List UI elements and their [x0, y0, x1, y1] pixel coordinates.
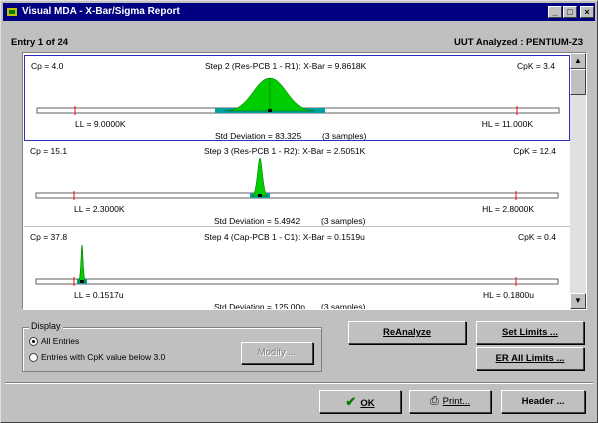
window-title: Visual MDA - X-Bar/Sigma Report	[22, 6, 180, 17]
cp-value: Cp = 15.1	[30, 146, 68, 156]
er-all-limits-label: ER All Limits ...	[495, 353, 565, 364]
radio-cpk-filter[interactable]: Entries with CpK value below 3.0	[29, 352, 166, 363]
entry-row[interactable]: Cp = 37.8 Step 4 (Cap-PCB 1 - C1): X-Bar…	[24, 227, 570, 310]
upper-limit: HL = 2.8000K	[482, 204, 534, 214]
std-deviation: Std Deviation = 83.325	[215, 131, 302, 141]
scroll-up-button[interactable]: ▲	[570, 53, 586, 69]
title-bar[interactable]: Visual MDA - X-Bar/Sigma Report _ □ ×	[3, 3, 595, 21]
display-legend: Display	[29, 321, 63, 331]
cp-value: Cp = 37.8	[30, 232, 68, 242]
close-button[interactable]: ×	[580, 6, 594, 18]
set-limits-button[interactable]: Set Limits ...	[476, 321, 584, 344]
distribution-list[interactable]: Cp = 4.0 Step 2 (Res-PCB 1 - R1): X-Bar …	[22, 52, 587, 310]
upper-limit: HL = 11.000K	[481, 119, 533, 129]
sample-count: (3 samples)	[322, 131, 367, 141]
lower-limit: LL = 9.0000K	[75, 119, 126, 129]
scale-track	[35, 192, 559, 199]
header-button[interactable]: Header ...	[501, 390, 585, 413]
sample-count: (3 samples)	[321, 302, 366, 310]
reanalyze-label: ReAnalyze	[382, 327, 432, 338]
maximize-icon: □	[567, 7, 573, 17]
cpk-filter-label: Entries with CpK value below 3.0	[41, 352, 166, 362]
radio-all-entries[interactable]: All Entries	[29, 336, 80, 347]
modify-button[interactable]: Modify ...	[241, 342, 313, 364]
er-all-limits-button[interactable]: ER All Limits ...	[476, 347, 584, 370]
maximize-button[interactable]: □	[563, 6, 577, 18]
display-group: Display All Entries Entries with CpK val…	[22, 321, 322, 372]
app-icon	[7, 8, 17, 16]
minimize-button[interactable]: _	[548, 6, 562, 18]
separator	[5, 382, 593, 384]
radio-selected-icon	[29, 337, 38, 347]
entry-row[interactable]: Cp = 4.0 Step 2 (Res-PCB 1 - R1): X-Bar …	[24, 55, 570, 141]
arrow-down-icon: ▼	[574, 296, 582, 305]
cp-value: Cp = 4.0	[31, 61, 64, 71]
upper-limit: HL = 0.1800u	[483, 290, 534, 300]
mean-point	[80, 280, 84, 283]
cpk-value: CpK = 3.4	[516, 61, 555, 71]
print-label: Print...	[442, 396, 471, 407]
scroll-thumb[interactable]	[570, 69, 586, 95]
cpk-value: CpK = 0.4	[517, 232, 556, 242]
mean-point	[258, 194, 262, 197]
scroll-down-button[interactable]: ▼	[570, 293, 586, 309]
lower-limit: LL = 2.3000K	[74, 204, 125, 214]
check-icon: ✔	[345, 394, 357, 409]
list-scrollbar[interactable]: ▲ ▼	[570, 53, 586, 309]
report-header: Entry 1 of 24 UUT Analyzed : PENTIUM-Z3	[1, 23, 597, 48]
printer-icon: ⎙	[429, 395, 439, 407]
gauss-curve	[251, 157, 269, 197]
scale-track	[35, 278, 559, 285]
reanalyze-button[interactable]: ReAnalyze	[348, 321, 466, 344]
step-xbar: Step 3 (Res-PCB 1 - R2): X-Bar = 2.5051K	[204, 146, 366, 156]
close-icon: ×	[584, 7, 590, 17]
std-deviation: Std Deviation = 5.4942	[214, 216, 301, 226]
minimize-icon: _	[552, 7, 558, 17]
step-xbar: Step 4 (Cap-PCB 1 - C1): X-Bar = 0.1519u	[204, 232, 365, 242]
all-entries-label: All Entries	[41, 336, 80, 346]
report-window: Visual MDA - X-Bar/Sigma Report _ □ × En…	[0, 0, 598, 423]
arrow-up-icon: ▲	[574, 56, 582, 65]
mean-point	[268, 109, 272, 112]
entry-counter: Entry 1 of 24	[11, 37, 69, 48]
cpk-value: CpK = 12.4	[513, 146, 556, 156]
entry-row[interactable]: Cp = 15.1 Step 3 (Res-PCB 1 - R2): X-Bar…	[24, 141, 570, 227]
print-button[interactable]: ⎙ Print...	[409, 390, 491, 413]
ok-label: OK	[360, 398, 375, 409]
uut-analyzed: UUT Analyzed : PENTIUM-Z3	[454, 37, 583, 48]
step-xbar: Step 2 (Res-PCB 1 - R1): X-Bar = 9.8618K	[205, 61, 367, 71]
gauss-curve	[77, 244, 87, 283]
ok-button[interactable]: ✔ OK	[319, 390, 401, 413]
radio-unselected-icon	[29, 353, 38, 363]
sample-count: (3 samples)	[321, 216, 366, 226]
lower-limit: LL = 0.1517u	[74, 290, 124, 300]
std-deviation: Std Deviation = 125.00p	[214, 302, 305, 310]
set-limits-label: Set Limits ...	[502, 327, 558, 338]
